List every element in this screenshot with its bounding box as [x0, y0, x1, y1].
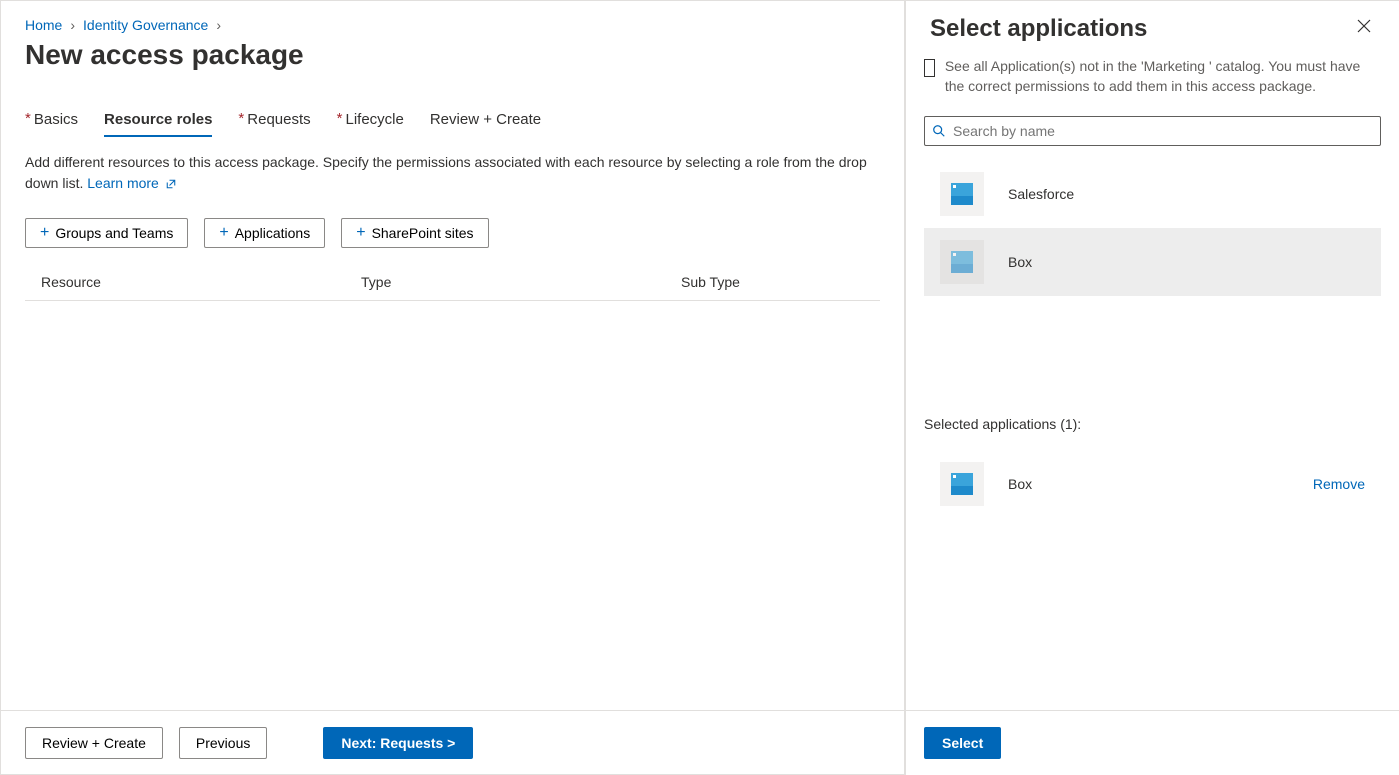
tab-review-create[interactable]: Review + Create — [430, 111, 541, 136]
see-all-row: See all Application(s) not in the 'Marke… — [924, 57, 1381, 96]
next-button[interactable]: Next: Requests > — [323, 727, 473, 759]
footer-bar: Review + Create Previous Next: Requests … — [1, 710, 904, 774]
application-label: Box — [1008, 254, 1032, 270]
tabs: *Basics Resource roles *Requests *Lifecy… — [25, 111, 880, 136]
required-asterisk-icon: * — [337, 111, 343, 126]
search-wrap — [924, 116, 1381, 146]
remove-link[interactable]: Remove — [1313, 476, 1365, 492]
column-resource: Resource — [41, 274, 361, 290]
plus-icon: + — [356, 225, 365, 241]
breadcrumb: Home › Identity Governance › — [25, 17, 880, 33]
column-subtype: Sub Type — [681, 274, 864, 290]
panel-title: Select applications — [930, 15, 1147, 43]
close-button[interactable] — [1353, 15, 1375, 42]
review-create-button[interactable]: Review + Create — [25, 727, 163, 759]
select-applications-panel: Select applications See all Application(… — [905, 0, 1399, 775]
application-item-salesforce[interactable]: Salesforce — [924, 160, 1381, 228]
selected-heading: Selected applications (1): — [924, 416, 1381, 432]
previous-button[interactable]: Previous — [179, 727, 267, 759]
add-resource-row: + Groups and Teams + Applications + Shar… — [25, 218, 880, 248]
plus-icon: + — [219, 225, 228, 241]
tab-label: Basics — [34, 111, 78, 128]
tab-label: Lifecycle — [345, 111, 403, 128]
required-asterisk-icon: * — [25, 111, 31, 126]
required-asterisk-icon: * — [238, 111, 244, 126]
chevron-right-icon: › — [216, 17, 221, 33]
search-input[interactable] — [924, 116, 1381, 146]
description-text: Add different resources to this access p… — [25, 152, 880, 194]
application-item-box[interactable]: Box — [924, 228, 1381, 296]
button-label: Applications — [235, 225, 311, 241]
search-icon — [932, 124, 946, 138]
breadcrumb-identity-governance[interactable]: Identity Governance — [83, 17, 208, 33]
table-header-row: Resource Type Sub Type — [25, 264, 880, 301]
plus-icon: + — [40, 225, 49, 241]
tab-lifecycle[interactable]: *Lifecycle — [337, 111, 404, 136]
main-content: Home › Identity Governance › New access … — [0, 0, 905, 775]
button-label: SharePoint sites — [372, 225, 474, 241]
select-button[interactable]: Select — [924, 727, 1001, 759]
learn-more-link[interactable]: Learn more — [87, 175, 176, 191]
tab-label: Requests — [247, 111, 310, 128]
tab-resource-roles[interactable]: Resource roles — [104, 111, 212, 136]
close-icon — [1357, 19, 1371, 33]
application-icon — [940, 240, 984, 284]
panel-header: Select applications — [906, 1, 1399, 57]
add-sharepoint-button[interactable]: + SharePoint sites — [341, 218, 488, 248]
add-applications-button[interactable]: + Applications — [204, 218, 325, 248]
page-title: New access package — [25, 39, 880, 71]
tab-requests[interactable]: *Requests — [238, 111, 310, 136]
breadcrumb-home[interactable]: Home — [25, 17, 62, 33]
application-label: Salesforce — [1008, 186, 1074, 202]
see-all-checkbox[interactable] — [924, 59, 935, 77]
external-link-icon — [165, 178, 177, 190]
selected-application-row: Box Remove — [924, 450, 1381, 518]
application-icon — [940, 172, 984, 216]
tab-label: Review + Create — [430, 111, 541, 128]
panel-body: See all Application(s) not in the 'Marke… — [906, 57, 1399, 710]
button-label: Groups and Teams — [55, 225, 173, 241]
tab-basics[interactable]: *Basics — [25, 111, 78, 136]
application-label: Box — [1008, 476, 1032, 492]
chevron-right-icon: › — [70, 17, 75, 33]
tab-label: Resource roles — [104, 111, 212, 128]
application-icon — [940, 462, 984, 506]
panel-footer: Select — [906, 710, 1399, 775]
column-type: Type — [361, 274, 681, 290]
see-all-label: See all Application(s) not in the 'Marke… — [945, 57, 1381, 96]
add-groups-button[interactable]: + Groups and Teams — [25, 218, 188, 248]
